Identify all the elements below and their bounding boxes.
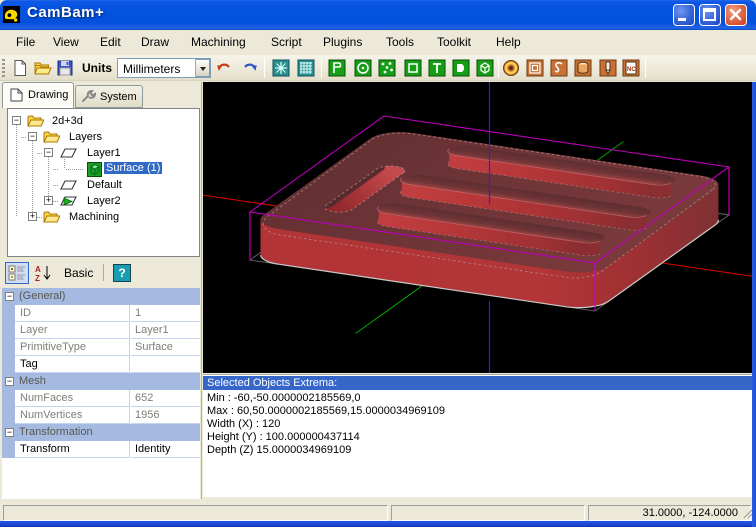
svg-text:A: A (35, 265, 41, 274)
svg-text:Z: Z (35, 274, 40, 282)
svg-text:NC: NC (627, 67, 636, 73)
